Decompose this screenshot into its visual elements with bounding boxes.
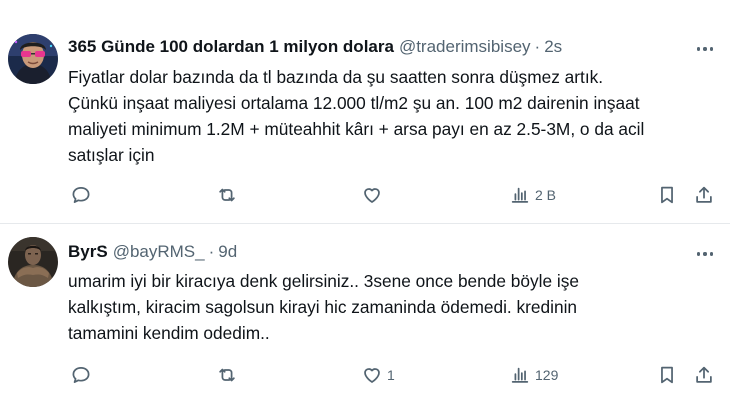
views-icon — [511, 367, 529, 383]
tweet-text: Fiyatlar dolar bazında da tl bazında da … — [68, 64, 718, 168]
tweet-header: ByrS @bayRMS_ · 9d — [68, 242, 237, 262]
avatar[interactable] — [8, 34, 58, 84]
bookmark-button[interactable] — [656, 181, 678, 209]
share-icon — [696, 186, 712, 203]
tweet[interactable]: 365 Günde 100 dolardan 1 milyon dolara @… — [0, 0, 730, 224]
views-button[interactable]: 2 B — [509, 181, 556, 209]
bookmark-icon — [661, 186, 673, 204]
share-icon — [696, 366, 712, 383]
more-icon[interactable] — [694, 38, 716, 60]
tweet-text-line: Fiyatlar dolar bazında da tl bazında da … — [68, 67, 604, 87]
author-handle[interactable]: @traderimsibisey — [399, 37, 531, 57]
views-button[interactable]: 129 — [509, 361, 558, 389]
separator: · — [208, 242, 215, 261]
retweet-icon — [219, 188, 235, 202]
heart-icon — [364, 188, 380, 203]
avatar[interactable] — [8, 237, 58, 287]
author-name[interactable]: 365 Günde 100 dolardan 1 milyon dolara — [68, 37, 394, 57]
timestamp[interactable]: 9d — [218, 242, 237, 262]
heart-icon — [364, 368, 380, 383]
share-button[interactable] — [693, 181, 715, 209]
bookmark-icon — [661, 366, 673, 384]
views-count: 129 — [535, 367, 559, 383]
action-bar: 1 129 — [0, 361, 730, 389]
author-name[interactable]: ByrS — [68, 242, 108, 262]
action-bar: 2 B — [0, 181, 730, 209]
tweet-text-line: maliyeti minimum 1.2M + müteahhit kârı +… — [68, 119, 645, 139]
retweet-icon — [219, 368, 235, 382]
tweet-header: 365 Günde 100 dolardan 1 milyon dolara @… — [68, 37, 562, 57]
timestamp[interactable]: 2s — [544, 37, 562, 57]
tweet-text-line: umarim iyi bir kiracıya denk gelirsiniz.… — [68, 271, 580, 291]
share-button[interactable] — [693, 361, 715, 389]
retweet-button[interactable] — [216, 361, 242, 389]
bookmark-button[interactable] — [656, 361, 678, 389]
reply-icon — [72, 366, 90, 384]
more-icon[interactable] — [694, 243, 716, 265]
reply-icon — [72, 186, 90, 204]
tweet-text-line: kalkıştım, kiracim sagolsun kirayi hic z… — [68, 297, 578, 317]
tweet-text-line: satışlar için — [68, 145, 155, 165]
tweet-text-line: tamamini kendim odedim.. — [68, 323, 270, 343]
tweet-text: umarim iyi bir kiracıya denk gelirsiniz.… — [68, 268, 718, 346]
views-icon — [511, 187, 529, 203]
tweet-text-line: Çünkü inşaat maliyesi ortalama 12.000 tl… — [68, 93, 640, 113]
like-count: 1 — [387, 367, 395, 383]
author-handle[interactable]: @bayRMS_ — [113, 242, 205, 262]
like-button[interactable]: 1 — [361, 361, 395, 389]
reply-button[interactable] — [70, 181, 96, 209]
reply-button[interactable] — [70, 361, 96, 389]
separator: · — [534, 37, 541, 56]
retweet-button[interactable] — [216, 181, 242, 209]
like-button[interactable] — [361, 181, 387, 209]
views-count: 2 B — [535, 187, 557, 203]
